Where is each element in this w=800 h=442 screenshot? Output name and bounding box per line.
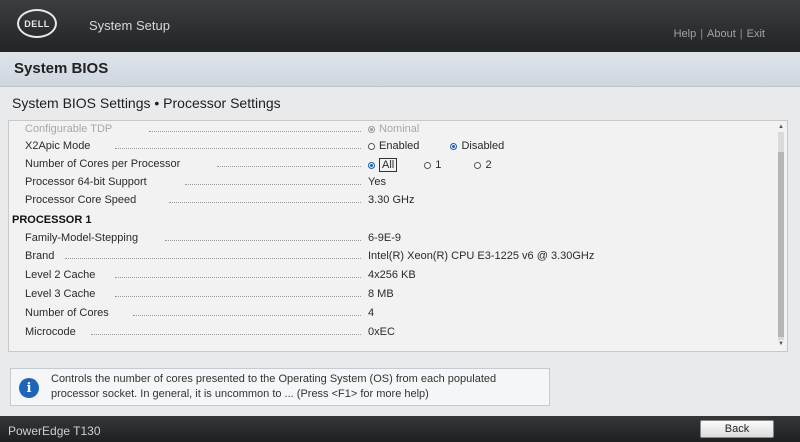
radio-unselected-icon — [368, 142, 375, 150]
header-links: Help | About | Exit — [673, 28, 765, 40]
leader-dots — [169, 202, 361, 203]
leader-dots — [185, 184, 361, 185]
back-button[interactable]: Back — [700, 420, 774, 438]
setting-value: 8 MB — [368, 288, 394, 300]
page-title: System BIOS Settings • Processor Setting… — [12, 95, 281, 111]
leader-dots — [65, 258, 361, 259]
row-number-of-cores: Number of Cores 4 — [9, 305, 774, 323]
row-l3-cache: Level 3 Cache 8 MB — [9, 286, 774, 304]
setting-label: Number of Cores per Processor — [25, 158, 181, 170]
radio-selected-icon — [368, 161, 375, 169]
setting-value: 6-9E-9 — [368, 232, 402, 244]
setting-value: Intel(R) Xeon(R) CPU E3-1225 v6 @ 3.30GH… — [368, 250, 595, 262]
dell-logo: DELL — [17, 9, 57, 38]
radio-disabled[interactable]: Disabled — [450, 140, 504, 152]
setting-value: 4x256 KB — [368, 269, 416, 281]
row-configurable-tdp: Configurable TDP Nominal — [9, 121, 774, 139]
scroll-thumb[interactable] — [778, 152, 784, 337]
setting-value: All 1 2 — [368, 158, 508, 172]
row-brand: Brand Intel(R) Xeon(R) CPU E3-1225 v6 @ … — [9, 248, 774, 266]
leader-dots — [133, 315, 361, 316]
radio-1[interactable]: 1 — [424, 159, 441, 171]
scroll-up-arrow-icon[interactable]: ▲ — [777, 124, 785, 131]
setting-label: Configurable TDP — [25, 123, 113, 135]
row-microcode: Microcode 0xEC — [9, 324, 774, 342]
processor-1-heading: PROCESSOR 1 — [12, 214, 92, 226]
radio-2[interactable]: 2 — [474, 159, 492, 171]
radio-selected-icon — [368, 125, 375, 133]
setting-label: Level 2 Cache — [25, 269, 96, 281]
setting-label: Processor Core Speed — [25, 194, 137, 206]
row-64bit-support: Processor 64-bit Support Yes — [9, 174, 774, 192]
leader-dots — [165, 240, 361, 241]
header-bar: DELL System Setup Help | About | Exit — [0, 0, 800, 52]
radio-unselected-icon — [424, 161, 432, 169]
info-icon: i — [19, 378, 39, 398]
leader-dots — [149, 131, 361, 132]
setting-value: 3.30 GHz — [368, 194, 415, 206]
section-title: System BIOS — [14, 60, 109, 77]
leader-dots — [91, 334, 361, 335]
setting-label: Processor 64-bit Support — [25, 176, 147, 188]
help-box: i Controls the number of cores presented… — [10, 368, 550, 406]
leader-dots — [115, 148, 361, 149]
setting-label: Number of Cores — [25, 307, 109, 319]
row-l2-cache: Level 2 Cache 4x256 KB — [9, 267, 774, 285]
settings-panel: Configurable TDP Nominal X2Apic Mode Ena… — [8, 120, 788, 352]
setting-label: Brand — [25, 250, 55, 262]
leader-dots — [115, 296, 361, 297]
radio-all[interactable]: All — [368, 158, 398, 172]
setting-label: Level 3 Cache — [25, 288, 96, 300]
radio-unselected-icon — [474, 161, 482, 169]
about-link[interactable]: About — [707, 28, 736, 40]
exit-link[interactable]: Exit — [747, 28, 765, 40]
model-name: PowerEdge T130 — [8, 424, 101, 438]
help-link[interactable]: Help — [674, 28, 697, 40]
setting-label: X2Apic Mode — [25, 140, 91, 152]
setting-label: Microcode — [25, 326, 76, 338]
help-text: Controls the number of cores presented t… — [51, 373, 497, 400]
setting-value: 4 — [368, 307, 375, 319]
section-title-band: System BIOS — [0, 52, 800, 87]
setting-value: 0xEC — [368, 326, 395, 338]
row-cores-per-processor[interactable]: Number of Cores per Processor All 1 2 — [9, 156, 774, 174]
leader-dots — [217, 166, 361, 167]
radio-selected-icon — [450, 142, 458, 150]
scroll-down-arrow-icon[interactable]: ▼ — [777, 341, 785, 348]
row-core-speed: Processor Core Speed 3.30 GHz — [9, 192, 774, 210]
scrollbar[interactable]: ▲ ▼ — [777, 124, 785, 348]
row-x2apic-mode[interactable]: X2Apic Mode Enabled Disabled — [9, 138, 774, 156]
setting-label: Family-Model-Stepping — [25, 232, 139, 244]
radio-nominal: Nominal — [368, 123, 419, 135]
app-title: System Setup — [89, 18, 170, 33]
leader-dots — [115, 277, 361, 278]
row-family-model-stepping: Family-Model-Stepping 6-9E-9 — [9, 230, 774, 248]
setting-value: Nominal — [368, 123, 435, 136]
setting-value: Yes — [368, 176, 386, 188]
setting-value: Enabled Disabled — [368, 140, 520, 153]
radio-enabled[interactable]: Enabled — [368, 140, 419, 152]
footer-bar: PowerEdge T130 Back — [0, 416, 800, 442]
